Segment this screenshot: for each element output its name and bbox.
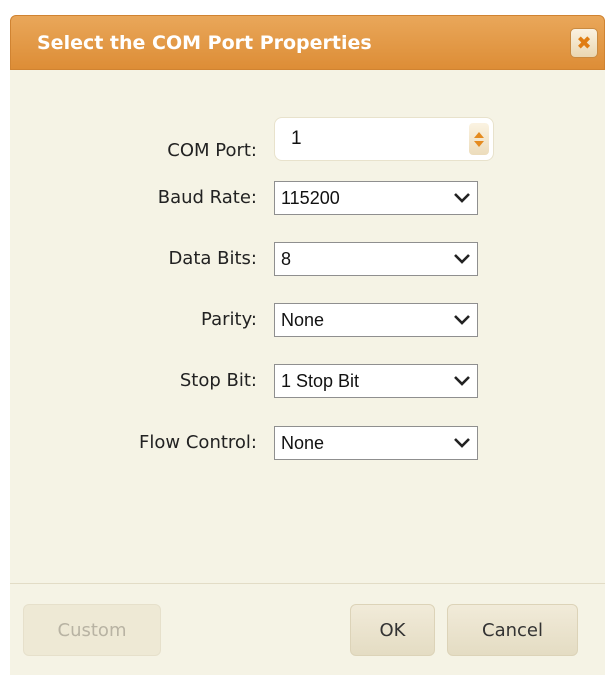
close-icon: ✖ <box>576 32 592 54</box>
parity-label: Parity: <box>201 309 257 330</box>
custom-button[interactable]: Custom <box>23 604 161 656</box>
chevron-down-icon <box>447 365 477 397</box>
ok-button[interactable]: OK <box>350 604 435 656</box>
chevron-down-icon <box>447 427 477 459</box>
spin-down-icon[interactable] <box>474 140 484 147</box>
stop-bit-select[interactable]: 1 Stop Bit <box>274 364 478 398</box>
cancel-button[interactable]: Cancel <box>447 604 578 656</box>
data-bits-label: Data Bits: <box>168 248 257 269</box>
baud-rate-label: Baud Rate: <box>157 187 257 208</box>
com-port-dialog: Select the COM Port Properties ✖ COM Por… <box>10 15 605 675</box>
baud-rate-value: 115200 <box>281 187 340 208</box>
dialog-title: Select the COM Port Properties <box>37 32 372 54</box>
close-button[interactable]: ✖ <box>570 28 598 58</box>
parity-value: None <box>281 309 325 330</box>
data-bits-value: 8 <box>281 248 292 269</box>
flow-control-value: None <box>281 432 325 453</box>
flow-control-select[interactable]: None <box>274 426 478 460</box>
baud-rate-select[interactable]: 115200 <box>274 181 478 215</box>
stop-bit-label: Stop Bit: <box>179 370 257 391</box>
com-port-value[interactable]: 1 <box>291 128 469 150</box>
spin-up-icon[interactable] <box>474 131 484 138</box>
data-bits-select[interactable]: 8 <box>274 242 478 276</box>
chevron-down-icon <box>447 304 477 336</box>
parity-select[interactable]: None <box>274 303 478 337</box>
dialog-titlebar[interactable]: Select the COM Port Properties ✖ <box>10 15 605 70</box>
chevron-down-icon <box>447 182 477 214</box>
footer-divider <box>10 583 605 584</box>
flow-control-label: Flow Control: <box>139 432 257 453</box>
com-port-label: COM Port: <box>167 140 257 161</box>
com-port-spinner[interactable]: 1 <box>274 117 494 161</box>
stop-bit-value: 1 Stop Bit <box>281 370 360 391</box>
spinner-buttons[interactable] <box>469 123 489 155</box>
chevron-down-icon <box>447 243 477 275</box>
